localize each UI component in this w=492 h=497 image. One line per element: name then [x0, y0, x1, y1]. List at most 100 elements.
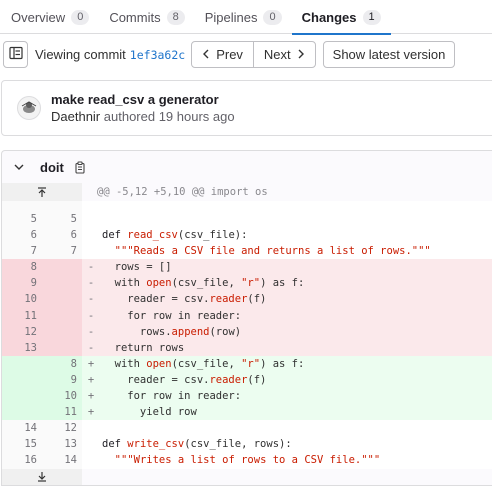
collapse-file-button[interactable] [12, 160, 26, 174]
code-line: for row in reader: [102, 390, 242, 403]
diff-spacer [2, 201, 492, 211]
commit-sha-link[interactable]: 1ef3a62c [130, 48, 185, 62]
old-line-number[interactable]: 7 [2, 243, 42, 260]
diff-sign [82, 420, 100, 436]
code-line: reader = csv.reader(f) [102, 373, 267, 386]
old-line-number[interactable]: 13 [2, 339, 42, 356]
new-line-number[interactable]: 10 [42, 388, 82, 405]
old-line-number[interactable]: 11 [2, 307, 42, 324]
old-line-number[interactable]: 6 [2, 227, 42, 244]
code-line: def write_csv(csv_file, rows): [102, 438, 292, 451]
prev-commit-button[interactable]: Prev [192, 42, 253, 67]
diff-lines: 5 5 6 6 def read_csv(csv_file): 7 7 """Reads a… [2, 211, 492, 469]
next-commit-button[interactable]: Next [252, 41, 315, 67]
chevron-right-icon [297, 49, 305, 59]
commit-prev-next-group: Prev Next [191, 40, 316, 68]
new-line-number[interactable]: 6 [42, 227, 82, 244]
file-tree-icon [8, 46, 23, 63]
diff-sign: - [87, 277, 95, 290]
tab-commits[interactable]: Commits 8 [99, 0, 194, 34]
new-line-number[interactable]: 9 [42, 371, 82, 389]
diff-sign: + [87, 357, 95, 370]
diff-line-del: 10 - reader = csv.reader(f) [2, 291, 492, 308]
expand-up-button[interactable] [2, 183, 82, 201]
file-name[interactable]: doit [40, 160, 64, 175]
tab-pipelines[interactable]: Pipelines 0 [195, 0, 292, 34]
new-line-number[interactable] [42, 275, 82, 292]
old-line-number[interactable]: 15 [2, 436, 42, 453]
tab-count-badge: 0 [263, 9, 282, 25]
diff-table: @@ -5,12 +5,10 @@ import os 5 5 6 6 def read… [1, 183, 492, 486]
tab-label: Pipelines [204, 9, 258, 25]
new-line-number[interactable]: 8 [42, 355, 82, 372]
show-latest-version-button[interactable]: Show latest version [322, 40, 456, 68]
diff-line-del: 9 - with open(csv_file, "r") as f: [2, 275, 492, 292]
new-line-number[interactable]: 12 [42, 420, 82, 437]
chevron-left-icon [202, 49, 210, 59]
diff-sign [82, 436, 100, 452]
old-line-number[interactable] [2, 404, 42, 421]
tab-label: Changes [301, 9, 357, 25]
new-line-number[interactable] [42, 323, 82, 340]
new-line-number[interactable]: 14 [42, 452, 82, 469]
old-line-number[interactable]: 16 [2, 452, 42, 469]
commit-navigation-bar: Viewing commit 1ef3a62c Prev Next Show la… [0, 40, 492, 68]
tab-overview[interactable]: Overview 0 [0, 0, 99, 34]
code-line: with open(csv_file, "r") as f: [102, 357, 305, 370]
diff-sign [82, 211, 100, 227]
diff-line-add: 8 + with open(csv_file, "r") as f: [2, 355, 492, 372]
diff-line-ctx: 14 12 [2, 420, 492, 437]
diff-file-header: doit [1, 150, 492, 183]
tab-changes[interactable]: Changes 1 [291, 0, 391, 35]
code-line: rows.append(row) [102, 325, 242, 338]
old-line-number[interactable]: 8 [2, 259, 42, 276]
diff-sign [82, 243, 100, 259]
tab-count-badge: 1 [362, 9, 381, 25]
diff-line-del: 12 - rows.append(row) [2, 323, 492, 340]
old-line-number[interactable]: 12 [2, 323, 42, 340]
diff-line-add: 10 + for row in reader: [2, 388, 492, 405]
code-line: for row in reader: [102, 309, 242, 322]
commit-title[interactable]: make read_csv a generator [51, 92, 235, 107]
new-line-number[interactable] [42, 339, 82, 356]
hunk-header-row: @@ -5,12 +5,10 @@ import os [2, 183, 492, 201]
new-line-number[interactable] [42, 259, 82, 276]
avatar[interactable] [17, 96, 41, 120]
old-line-number[interactable] [2, 388, 42, 405]
old-line-number[interactable]: 5 [2, 211, 42, 228]
expand-down-icon [37, 471, 47, 482]
commit-author[interactable]: Daethnir [51, 109, 100, 124]
code-line: rows = [] [102, 261, 172, 274]
diff-line-ctx: 77 """Reads a CSV file and returns a lis… [2, 243, 492, 260]
file-tree-toggle-button[interactable] [3, 40, 28, 68]
diff-sign: - [87, 341, 95, 354]
new-line-number[interactable]: 13 [42, 436, 82, 453]
copy-file-path-button[interactable] [74, 160, 88, 174]
new-line-number[interactable] [42, 307, 82, 324]
diff-sign: + [87, 373, 95, 386]
expand-down-button[interactable] [2, 468, 82, 485]
old-line-number[interactable]: 9 [2, 275, 42, 292]
old-line-number[interactable]: 14 [2, 420, 42, 437]
new-line-number[interactable] [42, 291, 82, 308]
prev-label: Prev [216, 46, 243, 62]
new-line-number[interactable]: 7 [42, 243, 82, 260]
diff-line-del: 13 - return rows [2, 339, 492, 356]
diff-sign [82, 227, 100, 243]
old-line-number[interactable]: 10 [2, 291, 42, 308]
hunk-header-text: @@ -5,12 +5,10 @@ import os [97, 186, 268, 198]
diff-line-add: 9 + reader = csv.reader(f) [2, 371, 492, 389]
diff-sign [82, 452, 100, 468]
old-line-number[interactable] [2, 371, 42, 389]
diff-sign: - [87, 293, 95, 306]
new-line-number[interactable]: 5 [42, 211, 82, 228]
diff-line-ctx: 15 13 def write_csv(csv_file, rows): [2, 436, 492, 453]
new-line-number[interactable]: 11 [42, 404, 82, 421]
diff-sign: - [87, 309, 95, 322]
diff-line-del: 11 - for row in reader: [2, 307, 492, 324]
merge-request-tabs: Overview 0 Commits 8 Pipelines 0 Changes 1 [0, 0, 492, 35]
diff-sign: + [87, 406, 95, 419]
tab-label: Overview [11, 9, 66, 25]
old-line-number[interactable] [2, 355, 42, 372]
